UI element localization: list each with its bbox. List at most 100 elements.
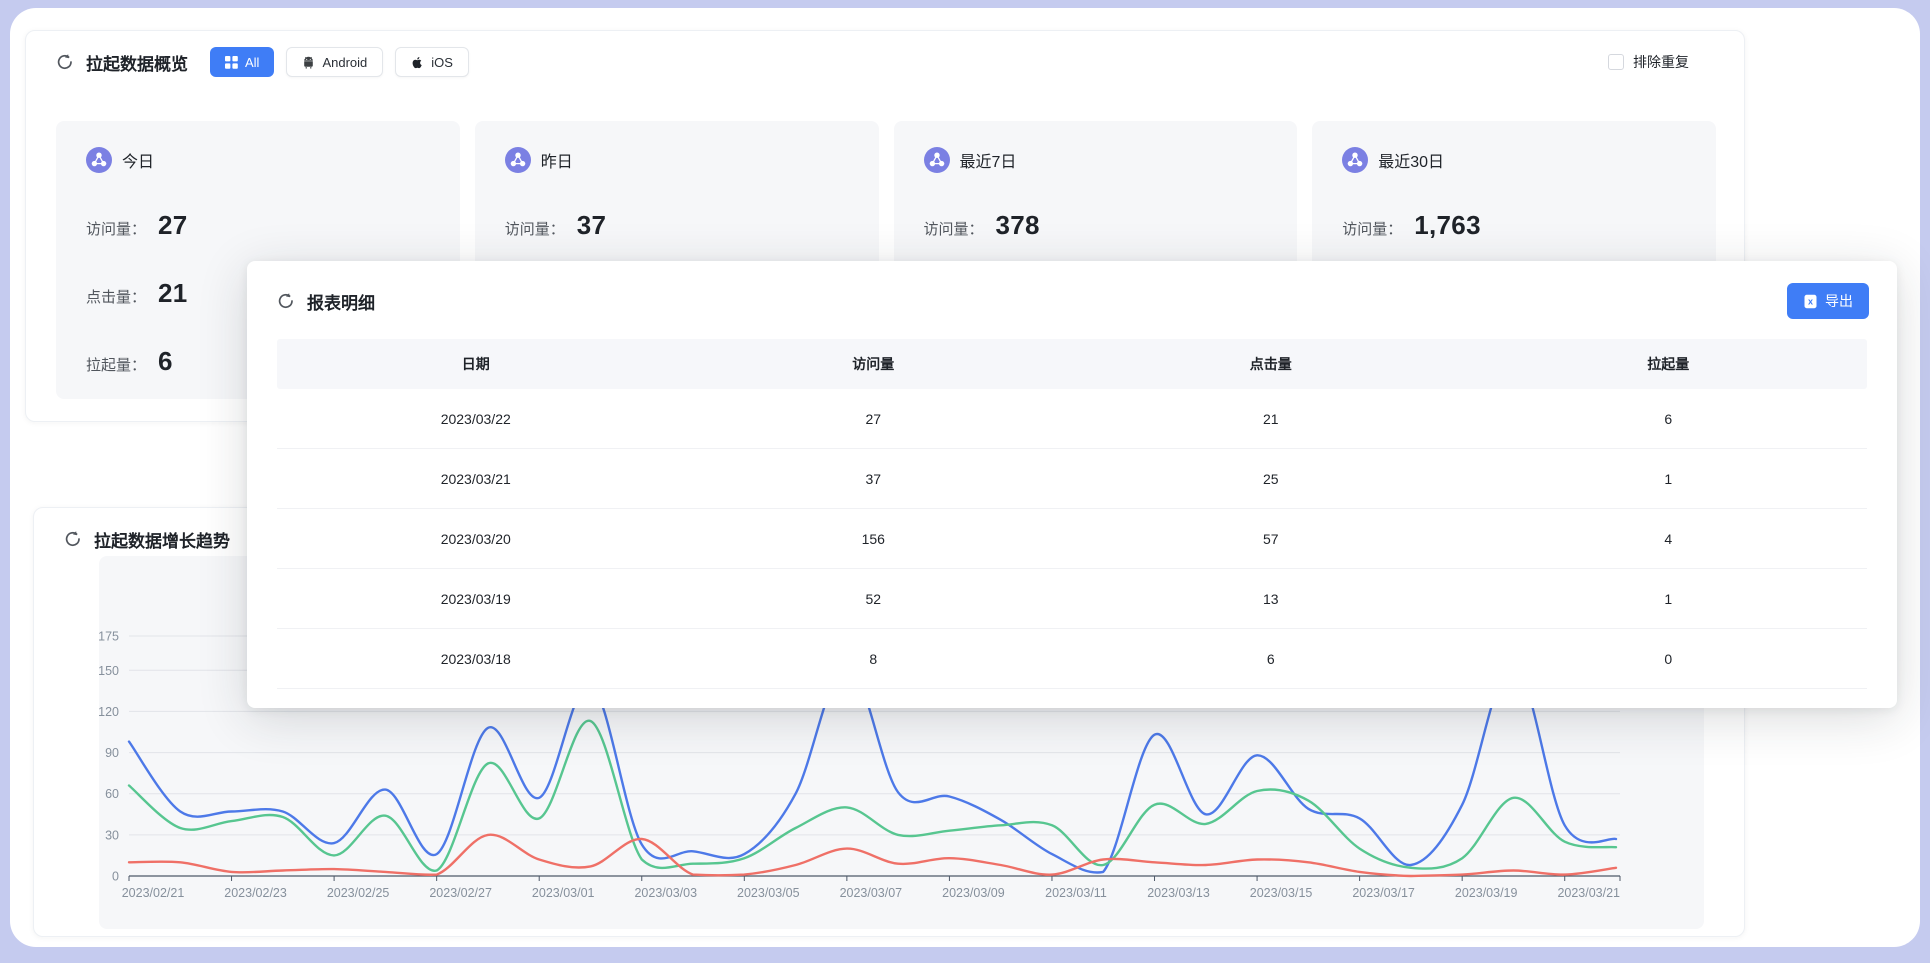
stat-card-title: 最近7日 <box>960 148 1017 172</box>
table-cell: 1 <box>1470 591 1868 607</box>
table-cell: 2023/03/22 <box>277 411 675 427</box>
table-cell: 6 <box>1470 411 1868 427</box>
svg-text:2023/02/27: 2023/02/27 <box>429 886 492 900</box>
stat-metric-label: 访问量： <box>505 218 565 239</box>
svg-text:150: 150 <box>99 664 119 678</box>
table-cell: 27 <box>675 411 1073 427</box>
table-row: 2023/03/20156574 <box>277 509 1867 569</box>
grid-icon <box>225 56 238 69</box>
table-cell: 156 <box>675 531 1073 547</box>
tab-ios[interactable]: iOS <box>395 47 469 77</box>
stat-metric-value: 21 <box>158 278 188 309</box>
svg-text:2023/03/01: 2023/03/01 <box>532 886 595 900</box>
stat-card-title: 最近30日 <box>1378 148 1444 172</box>
tab-ios-label: iOS <box>431 55 453 70</box>
table-cell: 8 <box>675 651 1073 667</box>
tab-all-label: All <box>245 55 259 70</box>
refresh-icon[interactable] <box>277 292 295 310</box>
column-header: 拉起量 <box>1470 354 1868 374</box>
table-cell: 1 <box>1470 471 1868 487</box>
column-header: 日期 <box>277 354 675 374</box>
svg-text:2023/03/15: 2023/03/15 <box>1250 886 1313 900</box>
stat-metric-value: 37 <box>577 210 607 241</box>
table-cell: 57 <box>1072 531 1470 547</box>
export-button[interactable]: x 导出 <box>1787 283 1869 319</box>
dedupe-option[interactable]: 排除重复 <box>1608 52 1689 72</box>
stat-metric: 访问量： 1,763 <box>1342 210 1686 241</box>
svg-text:2023/03/11: 2023/03/11 <box>1045 886 1107 900</box>
svg-text:2023/03/03: 2023/03/03 <box>634 886 697 900</box>
share-nodes-icon <box>1342 147 1368 173</box>
export-label: 导出 <box>1825 291 1853 311</box>
svg-text:60: 60 <box>105 787 119 801</box>
stat-metric-label: 访问量： <box>86 218 146 239</box>
stat-metric-label: 拉起量： <box>86 354 146 375</box>
dedupe-label: 排除重复 <box>1633 52 1689 72</box>
column-header: 访问量 <box>675 354 1073 374</box>
svg-text:2023/03/07: 2023/03/07 <box>840 886 903 900</box>
svg-text:2023/03/17: 2023/03/17 <box>1352 886 1415 900</box>
android-icon <box>302 56 315 69</box>
table-cell: 25 <box>1072 471 1470 487</box>
refresh-icon[interactable] <box>56 53 74 71</box>
svg-text:2023/02/25: 2023/02/25 <box>327 886 390 900</box>
trend-title: 拉起数据增长趋势 <box>94 527 230 552</box>
overview-header: 拉起数据概览 All Android <box>26 31 1744 79</box>
app-container: 拉起数据概览 All Android <box>10 8 1920 947</box>
stat-metric-label: 访问量： <box>924 218 984 239</box>
table-row: 2023/03/2227216 <box>277 389 1867 449</box>
dedupe-checkbox[interactable] <box>1608 54 1624 70</box>
stat-metric-value: 378 <box>996 210 1040 241</box>
stat-metric: 访问量：27 <box>86 210 430 241</box>
tab-android[interactable]: Android <box>286 47 383 77</box>
svg-text:2023/03/09: 2023/03/09 <box>942 886 1005 900</box>
table-row: 2023/03/18860 <box>277 629 1867 689</box>
tab-all[interactable]: All <box>210 47 274 77</box>
share-nodes-icon <box>505 147 531 173</box>
svg-text:2023/03/13: 2023/03/13 <box>1147 886 1210 900</box>
table-cell: 6 <box>1072 651 1470 667</box>
stat-card-title: 昨日 <box>541 148 573 172</box>
overview-title: 拉起数据概览 <box>86 50 188 75</box>
report-table-header: 日期访问量点击量拉起量 <box>277 339 1867 389</box>
report-table: 日期访问量点击量拉起量 2023/03/22272162023/03/21372… <box>277 339 1867 689</box>
svg-text:30: 30 <box>105 828 119 842</box>
table-cell: 4 <box>1470 531 1868 547</box>
svg-text:2023/03/21: 2023/03/21 <box>1557 886 1620 900</box>
refresh-icon[interactable] <box>64 530 82 548</box>
platform-tabs: All Android iOS <box>210 47 469 77</box>
table-cell: 52 <box>675 591 1073 607</box>
svg-text:2023/02/23: 2023/02/23 <box>224 886 287 900</box>
svg-text:175: 175 <box>99 630 119 644</box>
table-cell: 21 <box>1072 411 1470 427</box>
stat-metric: 访问量： 378 <box>924 210 1268 241</box>
svg-text:0: 0 <box>112 870 119 884</box>
table-cell: 37 <box>675 471 1073 487</box>
table-cell: 13 <box>1072 591 1470 607</box>
stat-metric-value: 6 <box>158 346 173 377</box>
table-cell: 0 <box>1470 651 1868 667</box>
stat-metric-value: 1,763 <box>1414 210 1481 241</box>
stat-metric-label: 访问量： <box>1342 218 1402 239</box>
report-modal: 报表明细 x 导出 日期访问量点击量拉起量 2023/03/2227216202… <box>247 261 1897 708</box>
stat-metric: 访问量： 37 <box>505 210 849 241</box>
share-nodes-icon <box>924 147 950 173</box>
column-header: 点击量 <box>1072 354 1470 374</box>
svg-text:2023/03/19: 2023/03/19 <box>1455 886 1518 900</box>
tab-android-label: Android <box>322 55 367 70</box>
excel-file-icon: x <box>1803 294 1818 309</box>
table-cell: 2023/03/20 <box>277 531 675 547</box>
report-table-body: 2023/03/22272162023/03/21372512023/03/20… <box>277 389 1867 689</box>
svg-text:90: 90 <box>105 746 119 760</box>
share-nodes-icon <box>86 147 112 173</box>
stat-card-title: 今日 <box>122 148 154 172</box>
svg-text:2023/03/05: 2023/03/05 <box>737 886 800 900</box>
table-row: 2023/03/2137251 <box>277 449 1867 509</box>
table-cell: 2023/03/21 <box>277 471 675 487</box>
table-cell: 2023/03/19 <box>277 591 675 607</box>
svg-text:2023/02/21: 2023/02/21 <box>122 886 185 900</box>
stat-metric-label: 点击量： <box>86 286 146 307</box>
report-title: 报表明细 <box>307 289 375 314</box>
svg-text:120: 120 <box>99 705 119 719</box>
apple-icon <box>411 56 424 69</box>
